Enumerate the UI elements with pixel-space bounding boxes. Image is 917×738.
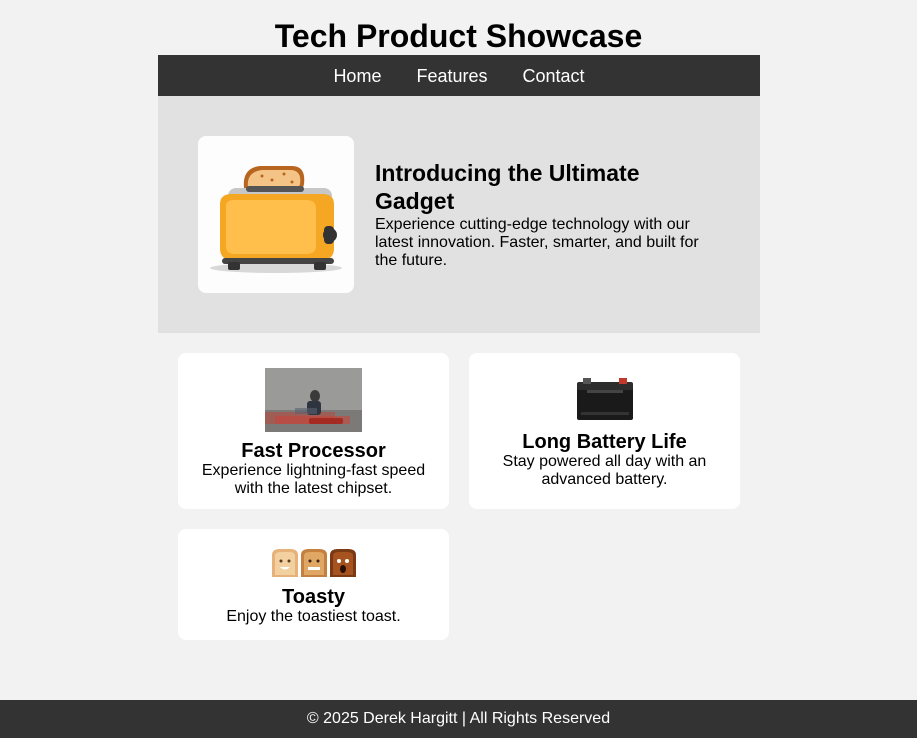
- nav-features-link[interactable]: Features: [416, 66, 487, 86]
- hero-image-card: [198, 136, 354, 293]
- footer: © 2025 Derek Hargitt | All Rights Reserv…: [0, 700, 917, 738]
- feature-title: Long Battery Life: [522, 431, 687, 453]
- feature-title: Toasty: [282, 586, 345, 608]
- car-battery-photo: [576, 378, 633, 420]
- speeding-person-photo: [265, 368, 362, 432]
- hero-title: Introducing the Ultimate Gadget: [375, 160, 640, 214]
- main-nav: Home Features Contact: [158, 55, 760, 96]
- hero-section: Introducing the Ultimate Gadget Experien…: [158, 96, 760, 333]
- toast-faces-photo: [271, 549, 356, 577]
- feature-description: Enjoy the toastiest toast.: [226, 608, 401, 625]
- feature-card-fast-processor: Fast Processor Experience lightning-fast…: [178, 353, 449, 509]
- feature-description: Experience lightning-fast speed with the…: [201, 462, 426, 497]
- page: Tech Product Showcase Home Features Cont…: [0, 0, 917, 738]
- feature-card-toasty: Toasty Enjoy the toastiest toast.: [178, 529, 449, 640]
- hero-text: Introducing the Ultimate Gadget Experien…: [375, 159, 715, 270]
- feature-card-long-battery-life: Long Battery Life Stay powered all day w…: [469, 353, 740, 509]
- feature-description: Stay powered all day with an advanced ba…: [502, 453, 707, 488]
- toaster-icon: [210, 166, 342, 273]
- nav-home-link[interactable]: Home: [333, 66, 381, 86]
- feature-title: Fast Processor: [241, 440, 386, 462]
- hero-description: Experience cutting-edge technology with …: [375, 216, 699, 269]
- site-title: Tech Product Showcase: [274, 18, 643, 54]
- nav-contact-link[interactable]: Contact: [523, 66, 585, 86]
